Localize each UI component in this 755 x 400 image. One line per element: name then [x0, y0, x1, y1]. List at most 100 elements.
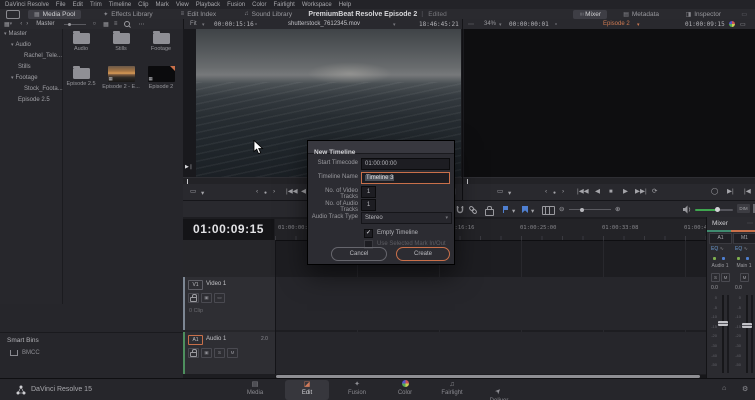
grid-item-episode-2-timeline[interactable]: ▦ Episode 2	[141, 66, 181, 90]
go-to-end-icon[interactable]: ▶▶|	[635, 188, 647, 196]
go-to-start-icon[interactable]: |◀◀	[286, 188, 298, 196]
tab-edit-index[interactable]: ≡ Edit Index	[175, 10, 222, 19]
tab-inspector[interactable]: ◨ Inspector	[680, 10, 727, 19]
speaker-icon[interactable]	[682, 205, 692, 214]
empty-timeline-checkbox[interactable]: ✓	[364, 229, 373, 238]
bin-rachel-tele[interactable]: Rachel_Tele...	[24, 53, 62, 59]
zoom-out-icon[interactable]: ⊖	[559, 205, 564, 214]
search-icon[interactable]	[124, 21, 131, 27]
menu-item-trim[interactable]: Trim	[90, 2, 102, 8]
zoom-in-icon[interactable]: ⊕	[615, 205, 620, 214]
slider-knob[interactable]	[67, 22, 71, 26]
menu-item-edit[interactable]: Edit	[73, 2, 83, 8]
page-fairlight[interactable]: ♫ Fairlight	[430, 380, 474, 397]
video-lane[interactable]	[275, 277, 706, 330]
gallery-color-icon[interactable]	[729, 20, 735, 27]
timeline-name-dropdown[interactable]: Episode 2	[603, 21, 630, 27]
chevron-down-icon[interactable]: ▾	[11, 75, 14, 81]
video-track-name[interactable]: Video 1	[206, 281, 226, 287]
flag-chevron-icon[interactable]: ▾	[512, 207, 515, 216]
create-button[interactable]: Create	[396, 247, 450, 261]
back-icon[interactable]: ‹	[20, 21, 22, 27]
bin-stock-footage[interactable]: Stock_Foota...	[24, 86, 63, 92]
grid-item-footage[interactable]: Footage	[141, 31, 181, 52]
tab-mixer[interactable]: ≡ Mixer	[572, 9, 607, 19]
menu-item-mark[interactable]: Mark	[156, 2, 169, 8]
fit-dropdown[interactable]: Fit	[190, 21, 197, 27]
chevron-down-icon[interactable]: ▾	[508, 190, 511, 198]
zoom-chevron-icon[interactable]: ▾	[499, 22, 502, 28]
timeline-chevron-icon[interactable]: ▾	[637, 22, 640, 28]
channel-label[interactable]: A1	[709, 233, 732, 244]
bin-stills[interactable]: Stills	[18, 64, 31, 70]
tab-effects-library[interactable]: ✦ Effects Library	[97, 10, 158, 19]
thumbnail-size-slider[interactable]	[63, 22, 86, 26]
timeline-zoom-slider[interactable]	[569, 207, 611, 212]
auto-select-icon[interactable]: ▣	[201, 293, 212, 303]
step-back-icon[interactable]: ◀	[301, 188, 306, 196]
page-deliver[interactable]: ➤ Deliver	[477, 380, 521, 400]
jog-right-icon[interactable]: ›	[562, 188, 564, 196]
page-media[interactable]: ▤ Media	[233, 380, 277, 397]
menu-item-fusion[interactable]: Fusion	[227, 2, 245, 8]
cancel-button[interactable]: Cancel	[331, 247, 387, 261]
go-to-start-icon[interactable]: |◀◀	[577, 188, 589, 196]
marker-icon[interactable]	[522, 206, 528, 216]
viewer-mode-icon[interactable]: ▭	[190, 188, 196, 196]
menu-item-clip[interactable]: Clip	[138, 2, 148, 8]
eq-button[interactable]: EQ ∿	[711, 246, 724, 252]
grid-item-episode-2-clip[interactable]: ▦ Episode 2 - E...	[101, 66, 141, 90]
bin-path-label[interactable]: Master	[36, 21, 54, 27]
menu-item-playback[interactable]: Playback	[196, 2, 220, 8]
dialog-header[interactable]: New Timeline	[308, 141, 454, 156]
start-timecode-input[interactable]: 01:00:00:00	[361, 158, 450, 170]
menu-item-help[interactable]: Help	[339, 2, 351, 8]
audio-track-name[interactable]: Audio 1	[206, 336, 226, 342]
flag-icon[interactable]	[503, 206, 509, 216]
mixer-options-icon[interactable]: ⋯	[747, 220, 753, 227]
lock-icon[interactable]	[485, 206, 494, 216]
video-tracks-input[interactable]: 1	[361, 186, 376, 198]
smart-bins-title[interactable]: Smart Bins	[7, 337, 39, 344]
loop-icon[interactable]: ⟳	[652, 188, 657, 196]
channel-label[interactable]: M1	[733, 233, 755, 244]
lock-icon[interactable]	[188, 293, 199, 303]
fader-handle[interactable]	[742, 323, 752, 328]
jog-wheel-icon[interactable]: ●	[553, 189, 556, 197]
menu-item-view[interactable]: View	[176, 2, 189, 8]
menu-item-fairlight[interactable]: Fairlight	[273, 2, 294, 8]
menu-item-timeline[interactable]: Timeline	[109, 2, 131, 8]
fit-chevron-icon[interactable]: ▾	[202, 22, 205, 28]
jog-left-icon[interactable]: ‹	[545, 188, 547, 196]
go-to-out-icon[interactable]: |◀	[744, 188, 751, 196]
tab-media-pool[interactable]: ▦ Media Pool	[28, 9, 82, 19]
mute-button[interactable]: M	[721, 273, 730, 282]
page-color[interactable]: Color	[383, 380, 427, 397]
menu-item-file[interactable]: File	[56, 2, 66, 8]
match-frame-icon[interactable]: ◯	[711, 188, 718, 196]
step-back-icon[interactable]: ◀	[595, 188, 600, 196]
jog-right-icon[interactable]: ›	[273, 188, 275, 196]
auto-select-icon[interactable]: ▣	[201, 348, 212, 358]
audio-track-header[interactable]: A1 Audio 1 2.0 ▣ S M	[183, 332, 275, 374]
timeline-name-input[interactable]: Timeline 3	[361, 172, 450, 184]
jog-wheel-icon[interactable]: ●	[264, 189, 267, 197]
go-to-in-icon[interactable]: ▶|	[727, 188, 734, 196]
menu-item-color[interactable]: Color	[252, 2, 266, 8]
zoom-dropdown[interactable]: 34%	[484, 21, 496, 27]
dim-button[interactable]: DIM	[737, 204, 750, 213]
chevron-down-icon[interactable]: ▾	[201, 190, 204, 198]
panel-toggle-icon[interactable]: ▭	[741, 11, 747, 18]
grid-item-stills[interactable]: Stills	[101, 31, 141, 52]
tab-sound-library[interactable]: ♫ Sound Library	[238, 10, 298, 19]
bin-audio[interactable]: ▾ Audio	[11, 42, 31, 48]
home-icon[interactable]: ⌂	[722, 385, 726, 392]
grid-view-icon[interactable]: ▦	[103, 21, 109, 28]
viewer-options-icon[interactable]: ⋯	[468, 21, 474, 28]
mute-button[interactable]: M	[740, 273, 749, 282]
sort-icon[interactable]: ○	[93, 21, 97, 27]
media-pool-options-icon[interactable]: ⋯	[138, 21, 144, 28]
solo-button[interactable]: S	[711, 273, 720, 282]
audio-track-id[interactable]: A1	[188, 335, 203, 345]
tab-metadata[interactable]: ▤ Metadata	[617, 10, 665, 19]
